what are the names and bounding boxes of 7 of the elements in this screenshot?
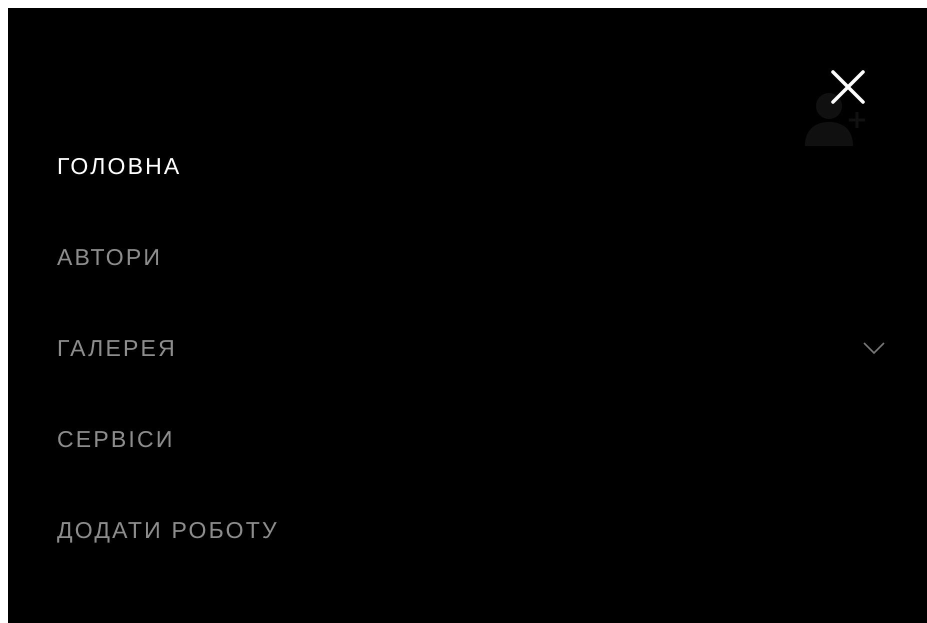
menu-item[interactable]: ГОЛОВНА: [57, 150, 182, 180]
menu-item[interactable]: ДОДАТИ РОБОТУ: [57, 514, 279, 544]
close-button[interactable]: [829, 68, 867, 106]
menu-item[interactable]: СЕРВІСИ: [57, 424, 175, 454]
menu-item[interactable]: АВТОРИ: [57, 242, 162, 272]
menu-item[interactable]: ГАЛЕРЕЯ: [57, 332, 177, 362]
chevron-down-icon[interactable]: [863, 342, 885, 354]
